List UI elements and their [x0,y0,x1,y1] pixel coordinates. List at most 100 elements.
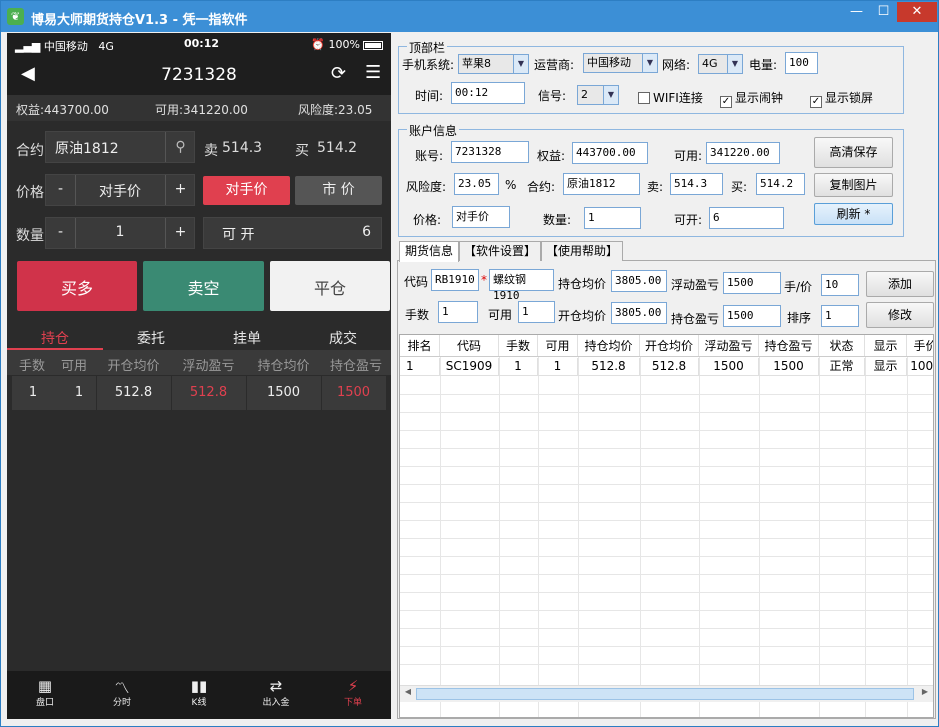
qty-label: 数量 [16,228,44,244]
info-available: 可用:341220.00 [155,103,248,117]
top-bar-group-label: 顶部栏 [407,39,448,56]
time-input[interactable]: 00:12 [451,82,525,104]
sort-input[interactable]: 1 [821,305,859,327]
open-label-right: 可开: [674,213,703,227]
minimize-button[interactable]: — [843,2,870,22]
col-hold-avg: 持仓均价 [257,359,310,374]
code-label: 代码 [404,275,429,289]
contract-input[interactable]: 原油1812 [563,173,640,195]
grid-col-open-avg[interactable]: 开仓均价 [640,335,699,356]
sell-label: 卖 [204,143,218,159]
close-position-button[interactable]: 平仓 [270,261,390,311]
hold-pl-input[interactable]: 1500 [723,305,781,327]
carrier-select[interactable]: 中国移动 ▼ [583,53,658,73]
add-button[interactable]: 添加 [866,271,934,297]
alarm-checkbox[interactable]: ✓ 显示闹钟 [720,89,783,108]
tab-orders[interactable]: 委托 [103,328,199,348]
avail-input[interactable]: 1 [518,301,555,323]
grid-col-avail[interactable]: 可用 [538,335,578,356]
account-input[interactable]: 7231328 [451,141,529,163]
open-value: 6 [362,224,371,240]
grid-col-hold-pl[interactable]: 持仓盈亏 [759,335,819,356]
scroll-left-icon[interactable]: ◀ [401,687,415,696]
risk-input[interactable]: 23.05 [454,173,499,195]
menu-icon[interactable]: ☰ [365,62,381,83]
title-bar[interactable]: ❦ 博易大师期货持仓V1.3 - 凭一指软件 — ☐ ✕ [1,1,938,32]
scroll-thumb[interactable] [416,688,914,700]
refresh-icon[interactable]: ⟳ [331,63,346,84]
tab-futures-info[interactable]: 期货信息 [399,241,459,262]
code-input[interactable]: RB1910 [431,269,479,291]
copy-image-button[interactable]: 复制图片 [814,173,893,197]
search-icon[interactable]: ⚲ [165,132,195,162]
sell-input[interactable]: 514.3 [670,173,723,195]
tab-pending[interactable]: 挂单 [199,328,295,348]
qty-stepper: - 1 + [45,217,195,249]
qty-input[interactable]: 1 [584,207,641,229]
checkbox-unchecked-icon [638,92,650,104]
col-available: 可用 [60,359,87,374]
lots-per-input[interactable]: 10 [821,274,859,296]
modify-button[interactable]: 修改 [866,302,934,328]
lots-input[interactable]: 1 [438,301,478,323]
float-pl-input[interactable]: 1500 [723,272,781,294]
positions-grid: 排名 代码 手数 可用 持仓均价 开仓均价 浮动盈亏 持仓盈亏 状态 显示 手价… [399,334,934,718]
nav-transfer[interactable]: ⇄ 出入金 [238,677,314,708]
grid-col-display[interactable]: 显示 [865,335,907,356]
signal-select[interactable]: 2 ▼ [577,85,619,105]
tab-help[interactable]: 【使用帮助】 [541,241,623,261]
open-available-box: 可 开 6 [203,217,382,249]
price-minus-button[interactable]: - [46,175,76,205]
grid-col-status[interactable]: 状态 [819,335,865,356]
network-select[interactable]: 4G ▼ [698,54,743,74]
contract-selector[interactable]: 原油1812 ⚲ [45,131,195,163]
available-input[interactable]: 341220.00 [706,142,780,164]
refresh-button[interactable]: 刷新 * [814,203,893,225]
open-avg-input[interactable]: 3805.00 [611,302,667,324]
grid-horizontal-scrollbar[interactable]: ◀ ▶ [400,685,933,702]
price-input[interactable]: 对手价 [452,206,510,228]
os-select[interactable]: 苹果8 ▼ [458,54,529,74]
grid-col-lot-price[interactable]: 手价 [907,335,933,356]
counter-price-button[interactable]: 对手价 [203,176,290,205]
phone-tabs: 持仓 委托 挂单 成交 [7,323,391,350]
wifi-checkbox[interactable]: WIFI连接 [638,89,703,106]
table-row[interactable]: 1 1 512.8 512.8 1500 1500 [12,376,386,410]
qty-minus-button[interactable]: - [46,218,76,248]
grid-col-hold-avg[interactable]: 持仓均价 [578,335,640,356]
table-row[interactable]: 1 SC1909 1 1 512.8 512.8 1500 1500 正常 显示… [400,358,933,376]
grid-col-float-pl[interactable]: 浮动盈亏 [699,335,759,356]
market-price-button[interactable]: 市 价 [295,176,382,205]
price-value: 对手价 [99,184,141,200]
sell-short-button[interactable]: 卖空 [143,261,264,311]
buy-input[interactable]: 514.2 [756,173,805,195]
close-button[interactable]: ✕ [897,2,937,22]
col-lots: 手数 [18,359,45,374]
nav-timeshare[interactable]: 〽分时 [84,677,160,708]
grid-cell-code: SC1909 [440,358,499,376]
grid-cell-rank: 1 [400,358,440,376]
maximize-button[interactable]: ☐ [870,2,897,22]
battery-input[interactable]: 100 [785,52,818,74]
grid-col-lots[interactable]: 手数 [499,335,538,356]
equity-input[interactable]: 443700.00 [572,142,648,164]
buy-long-button[interactable]: 买多 [17,261,137,311]
nav-kline[interactable]: ▮▮ K线 [161,677,237,708]
tab-positions[interactable]: 持仓 [7,328,103,350]
open-input[interactable]: 6 [709,207,784,229]
tab-software-settings[interactable]: 【软件设置】 [459,241,541,261]
tab-trades[interactable]: 成交 [295,328,391,348]
price-plus-button[interactable]: + [165,175,195,205]
grid-col-rank[interactable]: 排名 [400,335,440,356]
qty-plus-button[interactable]: + [165,218,195,248]
name-input[interactable]: 螺纹钢1910 [489,269,554,302]
lock-checkbox[interactable]: ✓ 显示锁屏 [810,89,873,108]
cell-hold-pl: 1500 [336,385,371,400]
hd-save-button[interactable]: 高清保存 [814,137,893,168]
grid-col-code[interactable]: 代码 [440,335,499,356]
hold-pl-label: 持仓盈亏 [671,312,720,326]
nav-order[interactable]: ⚡ 下单 [315,677,391,708]
nav-orderbook[interactable]: ▦ 盘口 [7,677,83,708]
scroll-right-icon[interactable]: ▶ [918,687,932,696]
hold-avg-input[interactable]: 3805.00 [611,270,667,292]
